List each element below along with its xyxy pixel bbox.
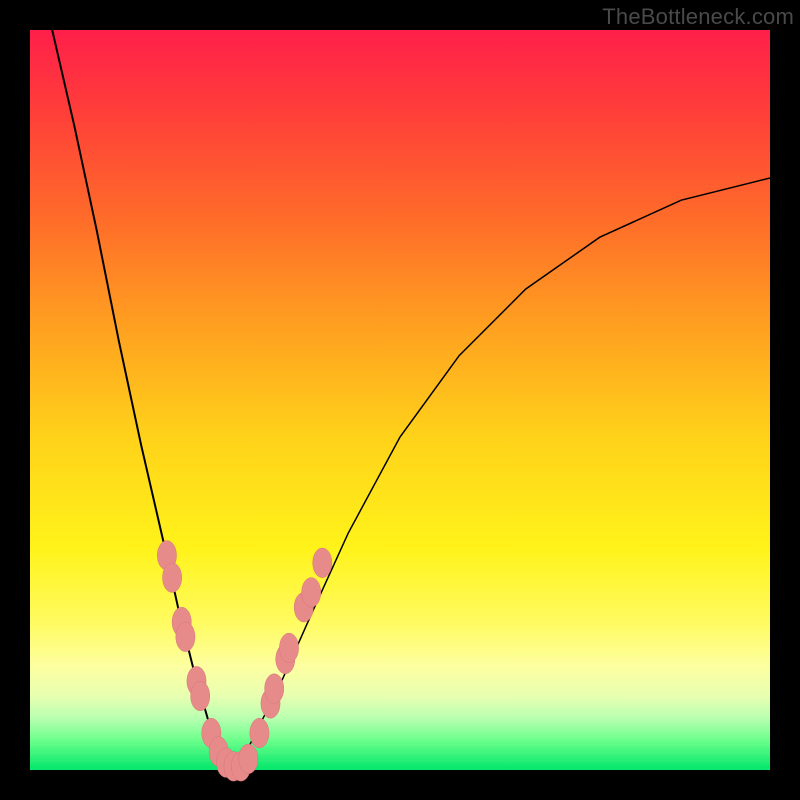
curve-group bbox=[52, 30, 770, 770]
data-marker bbox=[279, 633, 298, 663]
data-marker bbox=[176, 622, 195, 652]
curve-left-branch bbox=[52, 30, 230, 770]
data-marker bbox=[313, 548, 332, 578]
data-marker bbox=[191, 681, 210, 711]
chart-overlay bbox=[30, 30, 770, 770]
marker-group bbox=[157, 541, 332, 781]
data-marker bbox=[302, 578, 321, 608]
watermark-text: TheBottleneck.com bbox=[602, 4, 794, 30]
data-marker bbox=[250, 718, 269, 748]
data-marker bbox=[239, 744, 258, 774]
data-marker bbox=[163, 563, 182, 593]
curve-right-branch bbox=[230, 178, 770, 770]
data-marker bbox=[265, 674, 284, 704]
